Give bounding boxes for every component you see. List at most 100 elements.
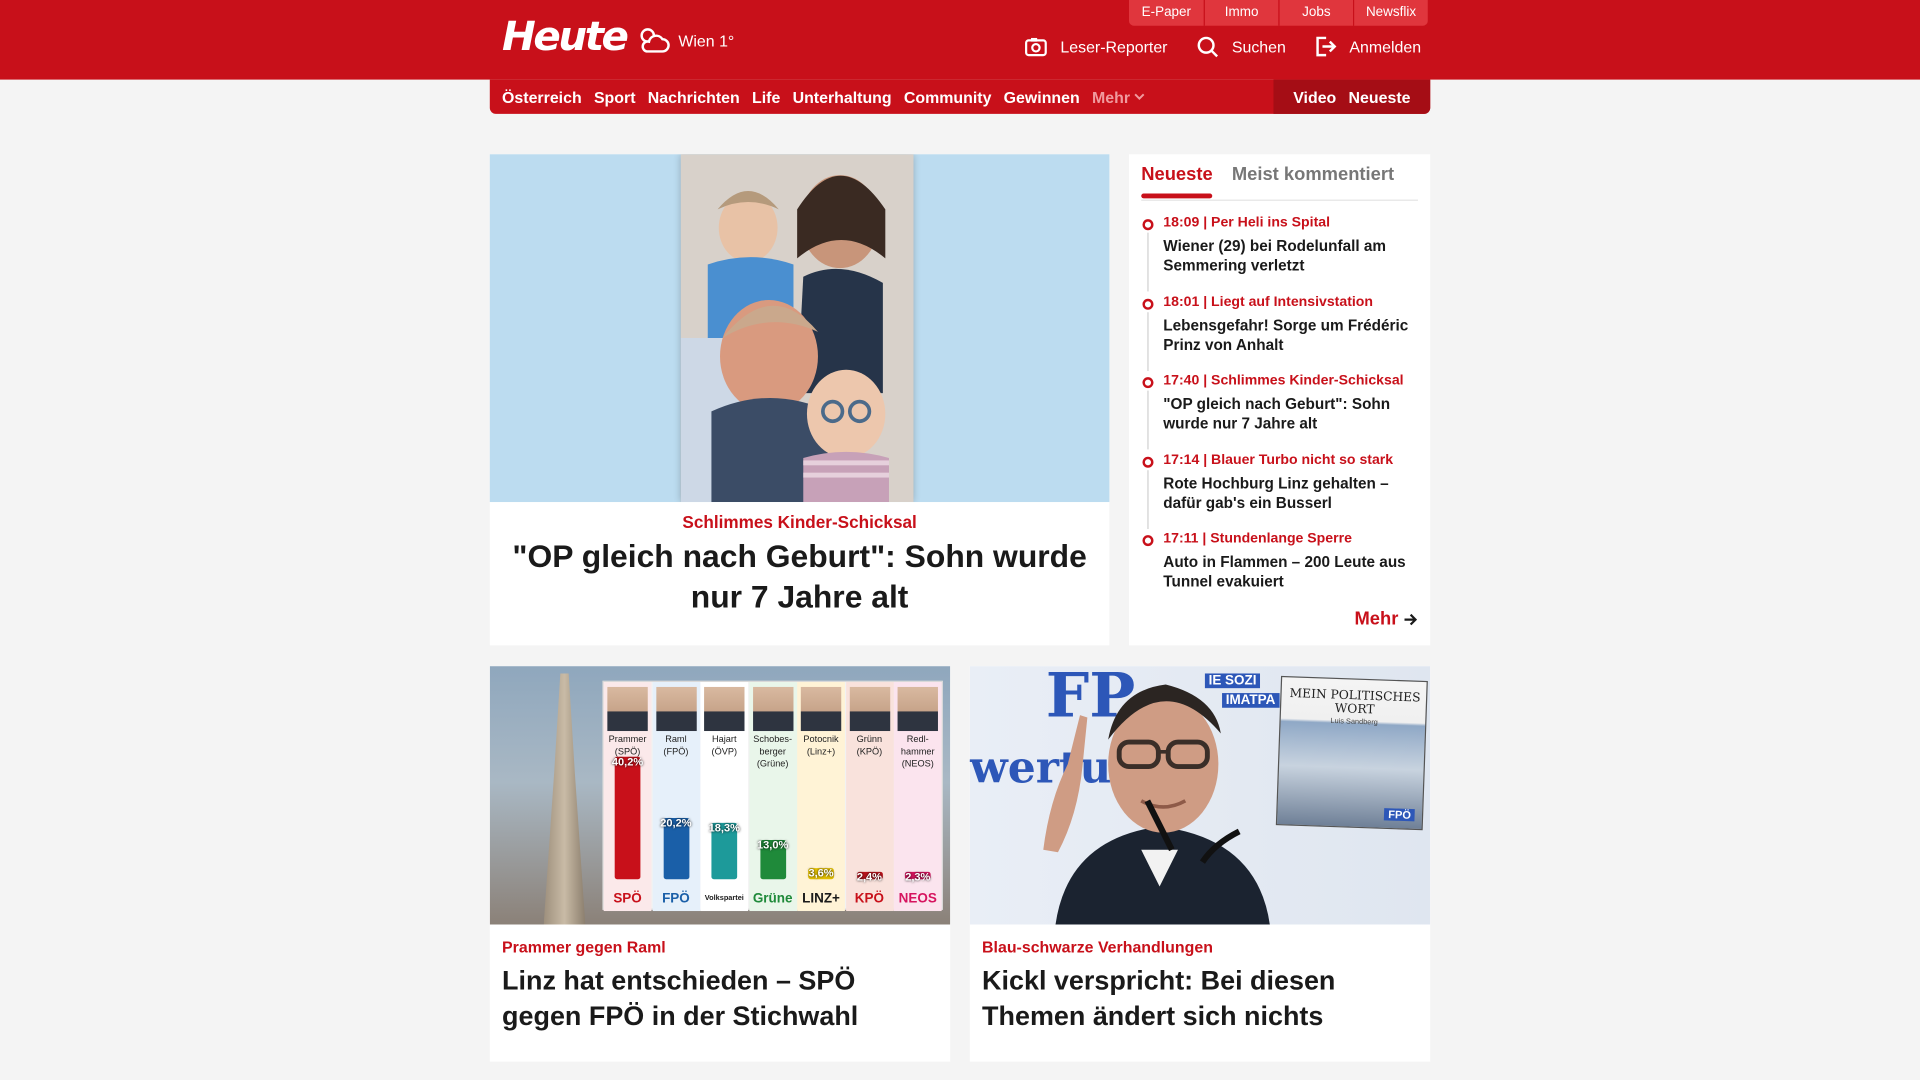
login-button[interactable]: Anmelden xyxy=(1313,34,1421,58)
timeline-dot xyxy=(1142,219,1154,231)
election-results-chart: Prammer (SPÖ) 40,2% SPÖ Raml (FPÖ) 20,2% FPÖ H… xyxy=(602,680,943,912)
login-icon xyxy=(1316,36,1337,57)
candidate-column: Potocnik (Linz+) 3,6% LINZ+ xyxy=(797,682,845,912)
nav-item-unterhaltung[interactable]: Unterhaltung xyxy=(793,88,892,106)
card-kicker: Blau-schwarze Verhandlungen xyxy=(982,937,1213,957)
search-icon xyxy=(1197,36,1219,58)
chevron-down-icon xyxy=(1134,93,1145,100)
candidate-column: Redl- hammer (NEOS) 2,3% NEOS xyxy=(893,682,942,912)
list-item[interactable]: 17:14 | Blauer Turbo nicht so stark Rote… xyxy=(1141,452,1418,531)
party-logo: KPÖ xyxy=(854,891,884,907)
site-logo[interactable]: Heute xyxy=(502,14,629,59)
timeline-line xyxy=(1147,232,1149,292)
sidebar-more-link[interactable]: Mehr xyxy=(1354,609,1418,629)
card-title[interactable]: Linz hat entschieden – SPÖ gegen FPÖ in … xyxy=(502,962,938,1033)
leser-reporter-label: Leser-Reporter xyxy=(1060,37,1168,56)
result-label: 3,6% xyxy=(808,866,834,880)
latest-news-sidebar: Neueste Meist kommentiert 18:09 | Per He… xyxy=(1128,154,1431,646)
list-item[interactable]: 18:01 | Liegt auf Intensivstation Lebens… xyxy=(1141,294,1418,373)
result-label: 13,0% xyxy=(757,838,789,851)
election-chart-image: Prammer (SPÖ) 40,2% SPÖ Raml (FPÖ) 20,2% FPÖ H… xyxy=(489,666,951,925)
hero-title[interactable]: "OP gleich nach Geburt": Sohn wurde nur … xyxy=(502,536,1097,617)
item-meta: 18:09 | Per Heli ins Spital xyxy=(1163,215,1331,231)
weather-text: Wien 1° xyxy=(678,31,735,50)
candidate-portrait xyxy=(607,686,648,732)
book-cover: MEIN POLITISCHES WORT Luis Sandberg FPÖ xyxy=(1275,675,1428,831)
party-logo: FPÖ xyxy=(662,891,690,907)
tab-meist-kommentiert[interactable]: Meist kommentiert xyxy=(1232,164,1394,185)
item-headline[interactable]: "OP gleich nach Geburt": Sohn wurde nur … xyxy=(1163,394,1418,433)
nav-item-oesterreich[interactable]: Österreich xyxy=(502,88,582,106)
timeline-dot xyxy=(1142,456,1154,468)
search-label: Suchen xyxy=(1231,37,1286,56)
book-fpo-logo: FPÖ xyxy=(1384,808,1415,822)
candidate-portrait xyxy=(897,686,938,732)
timeline-dot xyxy=(1142,377,1154,389)
result-label: 18,3% xyxy=(708,822,740,835)
candidate-name: Grünn (KPÖ) xyxy=(856,733,883,757)
top-link-immo[interactable]: Immo xyxy=(1203,0,1279,26)
item-meta: 17:14 | Blauer Turbo nicht so stark xyxy=(1163,452,1394,468)
tab-neueste[interactable]: Neueste xyxy=(1141,164,1213,199)
party-logo: Grüne xyxy=(752,891,793,907)
candidate-name: Prammer (SPÖ) xyxy=(608,733,647,757)
item-headline[interactable]: Wiener (29) bei Rodelunfall am Semmering… xyxy=(1163,236,1418,275)
candidate-column: Grünn (KPÖ) 2,4% KPÖ xyxy=(845,682,894,912)
nav-item-gewinnen[interactable]: Gewinnen xyxy=(1004,88,1080,106)
card-kicker: Prammer gegen Raml xyxy=(502,937,666,957)
candidate-name: Schobes- berger (Grüne) xyxy=(753,733,793,769)
top-links: E-Paper Immo Jobs Newsflix xyxy=(1128,0,1428,26)
list-item[interactable]: 17:40 | Schlimmes Kinder-Schicksal "OP g… xyxy=(1141,373,1418,452)
party-logo: SPÖ xyxy=(613,891,642,907)
hero-kicker: Schlimmes Kinder-Schicksal xyxy=(682,511,917,532)
leser-reporter-button[interactable]: Leser-Reporter xyxy=(1024,34,1168,58)
sidebar-tabs: Neueste Meist kommentiert xyxy=(1141,162,1418,201)
item-meta: 18:01 | Liegt auf Intensivstation xyxy=(1163,294,1374,310)
hero-article-card[interactable]: Schlimmes Kinder-Schicksal "OP gleich na… xyxy=(489,154,1110,646)
result-bar xyxy=(614,756,641,880)
book-title: MEIN POLITISCHES WORT xyxy=(1289,687,1421,718)
nav-item-life[interactable]: Life xyxy=(752,88,780,106)
top-link-jobs[interactable]: Jobs xyxy=(1278,0,1354,26)
nav-more-dropdown[interactable]: Mehr xyxy=(1092,88,1145,106)
nav-video-link[interactable]: Video xyxy=(1293,88,1336,106)
arrow-right-icon xyxy=(1404,613,1418,625)
candidate-column: Prammer (SPÖ) 40,2% SPÖ xyxy=(603,682,652,912)
weather-widget[interactable]: Wien 1° xyxy=(637,24,735,56)
party-logo: Volkspartei xyxy=(704,895,744,903)
nav-latest-link[interactable]: Neueste xyxy=(1349,88,1411,106)
result-label: 20,2% xyxy=(660,816,692,829)
result-label: 2,4% xyxy=(856,870,882,883)
kickl-image: FP wertu ir IE SOZI IMATPA MEIN POLITISC… xyxy=(969,666,1431,925)
search-button[interactable]: Suchen xyxy=(1195,34,1286,58)
article-card-kickl[interactable]: FP wertu ir IE SOZI IMATPA MEIN POLITISC… xyxy=(969,666,1431,1062)
item-headline[interactable]: Rote Hochburg Linz gehalten – dafür gab'… xyxy=(1163,473,1418,512)
candidate-column: Schobes- berger (Grüne) 13,0% Grüne xyxy=(748,682,797,912)
item-headline[interactable]: Lebensgefahr! Sorge um Frédéric Prinz vo… xyxy=(1163,315,1418,354)
nav-item-community[interactable]: Community xyxy=(904,88,992,106)
candidate-portrait xyxy=(849,686,890,732)
list-item[interactable]: 18:09 | Per Heli ins Spital Wiener (29) … xyxy=(1141,216,1418,295)
item-meta: 17:40 | Schlimmes Kinder-Schicksal xyxy=(1163,373,1404,389)
party-logo: NEOS xyxy=(898,891,937,907)
timeline-line xyxy=(1147,469,1149,529)
article-card-linz[interactable]: Prammer (SPÖ) 40,2% SPÖ Raml (FPÖ) 20,2% FPÖ H… xyxy=(489,666,951,1062)
nav-right-group: Video Neueste xyxy=(1273,79,1431,114)
candidate-column: Hajart (ÖVP) 18,3% Volkspartei xyxy=(700,682,749,912)
nav-item-nachrichten[interactable]: Nachrichten xyxy=(648,88,740,106)
top-link-newsflix[interactable]: Newsflix xyxy=(1353,0,1428,26)
item-headline[interactable]: Auto in Flammen – 200 Leute aus Tunnel e… xyxy=(1163,552,1418,591)
candidate-column: Raml (FPÖ) 20,2% FPÖ xyxy=(652,682,700,912)
nav-item-sport[interactable]: Sport xyxy=(594,88,636,106)
top-link-epaper[interactable]: E-Paper xyxy=(1128,0,1204,26)
list-item[interactable]: 17:11 | Stundenlange Sperre Auto in Flam… xyxy=(1141,531,1418,610)
party-logo: LINZ+ xyxy=(802,891,840,907)
candidate-portrait xyxy=(752,686,793,732)
timeline-dot xyxy=(1142,298,1154,310)
family-photo xyxy=(680,154,914,503)
site-header: Heute Wien 1° E-Paper Immo Jobs Newsflix… xyxy=(0,0,1920,80)
login-label: Anmelden xyxy=(1349,37,1422,56)
card-title[interactable]: Kickl verspricht: Bei diesen Themen ände… xyxy=(982,962,1418,1033)
candidate-name: Raml (FPÖ) xyxy=(663,733,689,757)
result-label: 40,2% xyxy=(611,755,644,768)
